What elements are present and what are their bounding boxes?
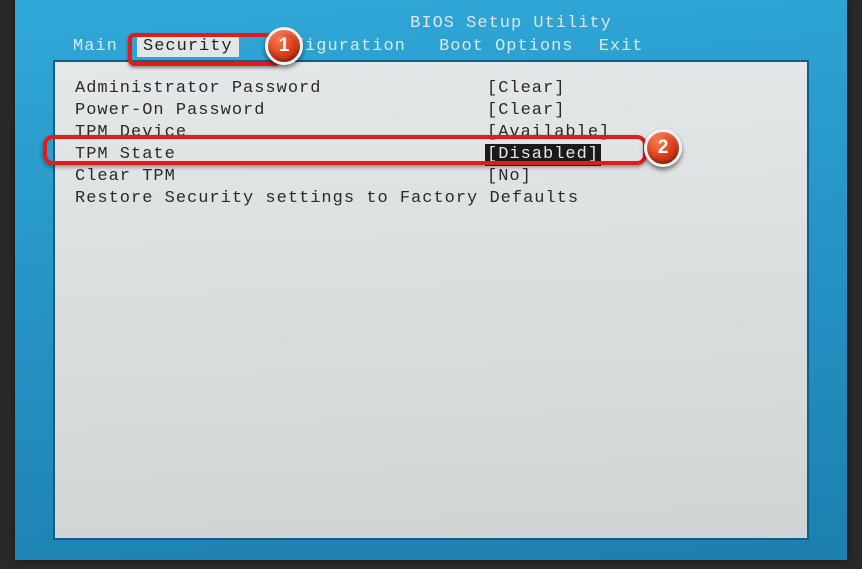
row-clear-tpm[interactable]: Clear TPM [No] [55, 166, 807, 188]
poweron-password-value: [Clear] [485, 100, 567, 122]
menu-security[interactable]: Security [137, 36, 239, 57]
content-pane: Administrator Password [Clear] Power-On … [53, 60, 809, 540]
tpm-device-value: [Available] [485, 122, 612, 144]
clear-tpm-value: [No] [485, 166, 534, 188]
row-tpm-device[interactable]: TPM Device [Available] [55, 122, 807, 144]
admin-password-label: Administrator Password [75, 78, 321, 100]
menu-main[interactable]: Main [67, 36, 124, 57]
menu-bar: Main Security figuration Boot Options Ex… [67, 36, 807, 58]
menu-system-configuration-partial[interactable]: figuration [288, 36, 412, 57]
row-restore-defaults[interactable]: Restore Security settings to Factory Def… [55, 188, 807, 210]
tpm-device-label: TPM Device [75, 122, 187, 144]
row-tpm-state[interactable]: TPM State [Disabled] [55, 144, 807, 166]
clear-tpm-label: Clear TPM [75, 166, 176, 188]
row-admin-password[interactable]: Administrator Password [Clear] [55, 78, 807, 100]
menu-exit[interactable]: Exit [593, 36, 650, 57]
poweron-password-label: Power-On Password [75, 100, 265, 122]
menu-boot-options[interactable]: Boot Options [433, 36, 579, 57]
tpm-state-value: [Disabled] [485, 144, 601, 166]
restore-defaults-label: Restore Security settings to Factory Def… [75, 188, 579, 210]
bios-title: BIOS Setup Utility [15, 14, 847, 33]
bios-screen: BIOS Setup Utility Main Security figurat… [15, 0, 847, 560]
tpm-state-label: TPM State [75, 144, 176, 166]
row-poweron-password[interactable]: Power-On Password [Clear] [55, 100, 807, 122]
admin-password-value: [Clear] [485, 78, 567, 100]
